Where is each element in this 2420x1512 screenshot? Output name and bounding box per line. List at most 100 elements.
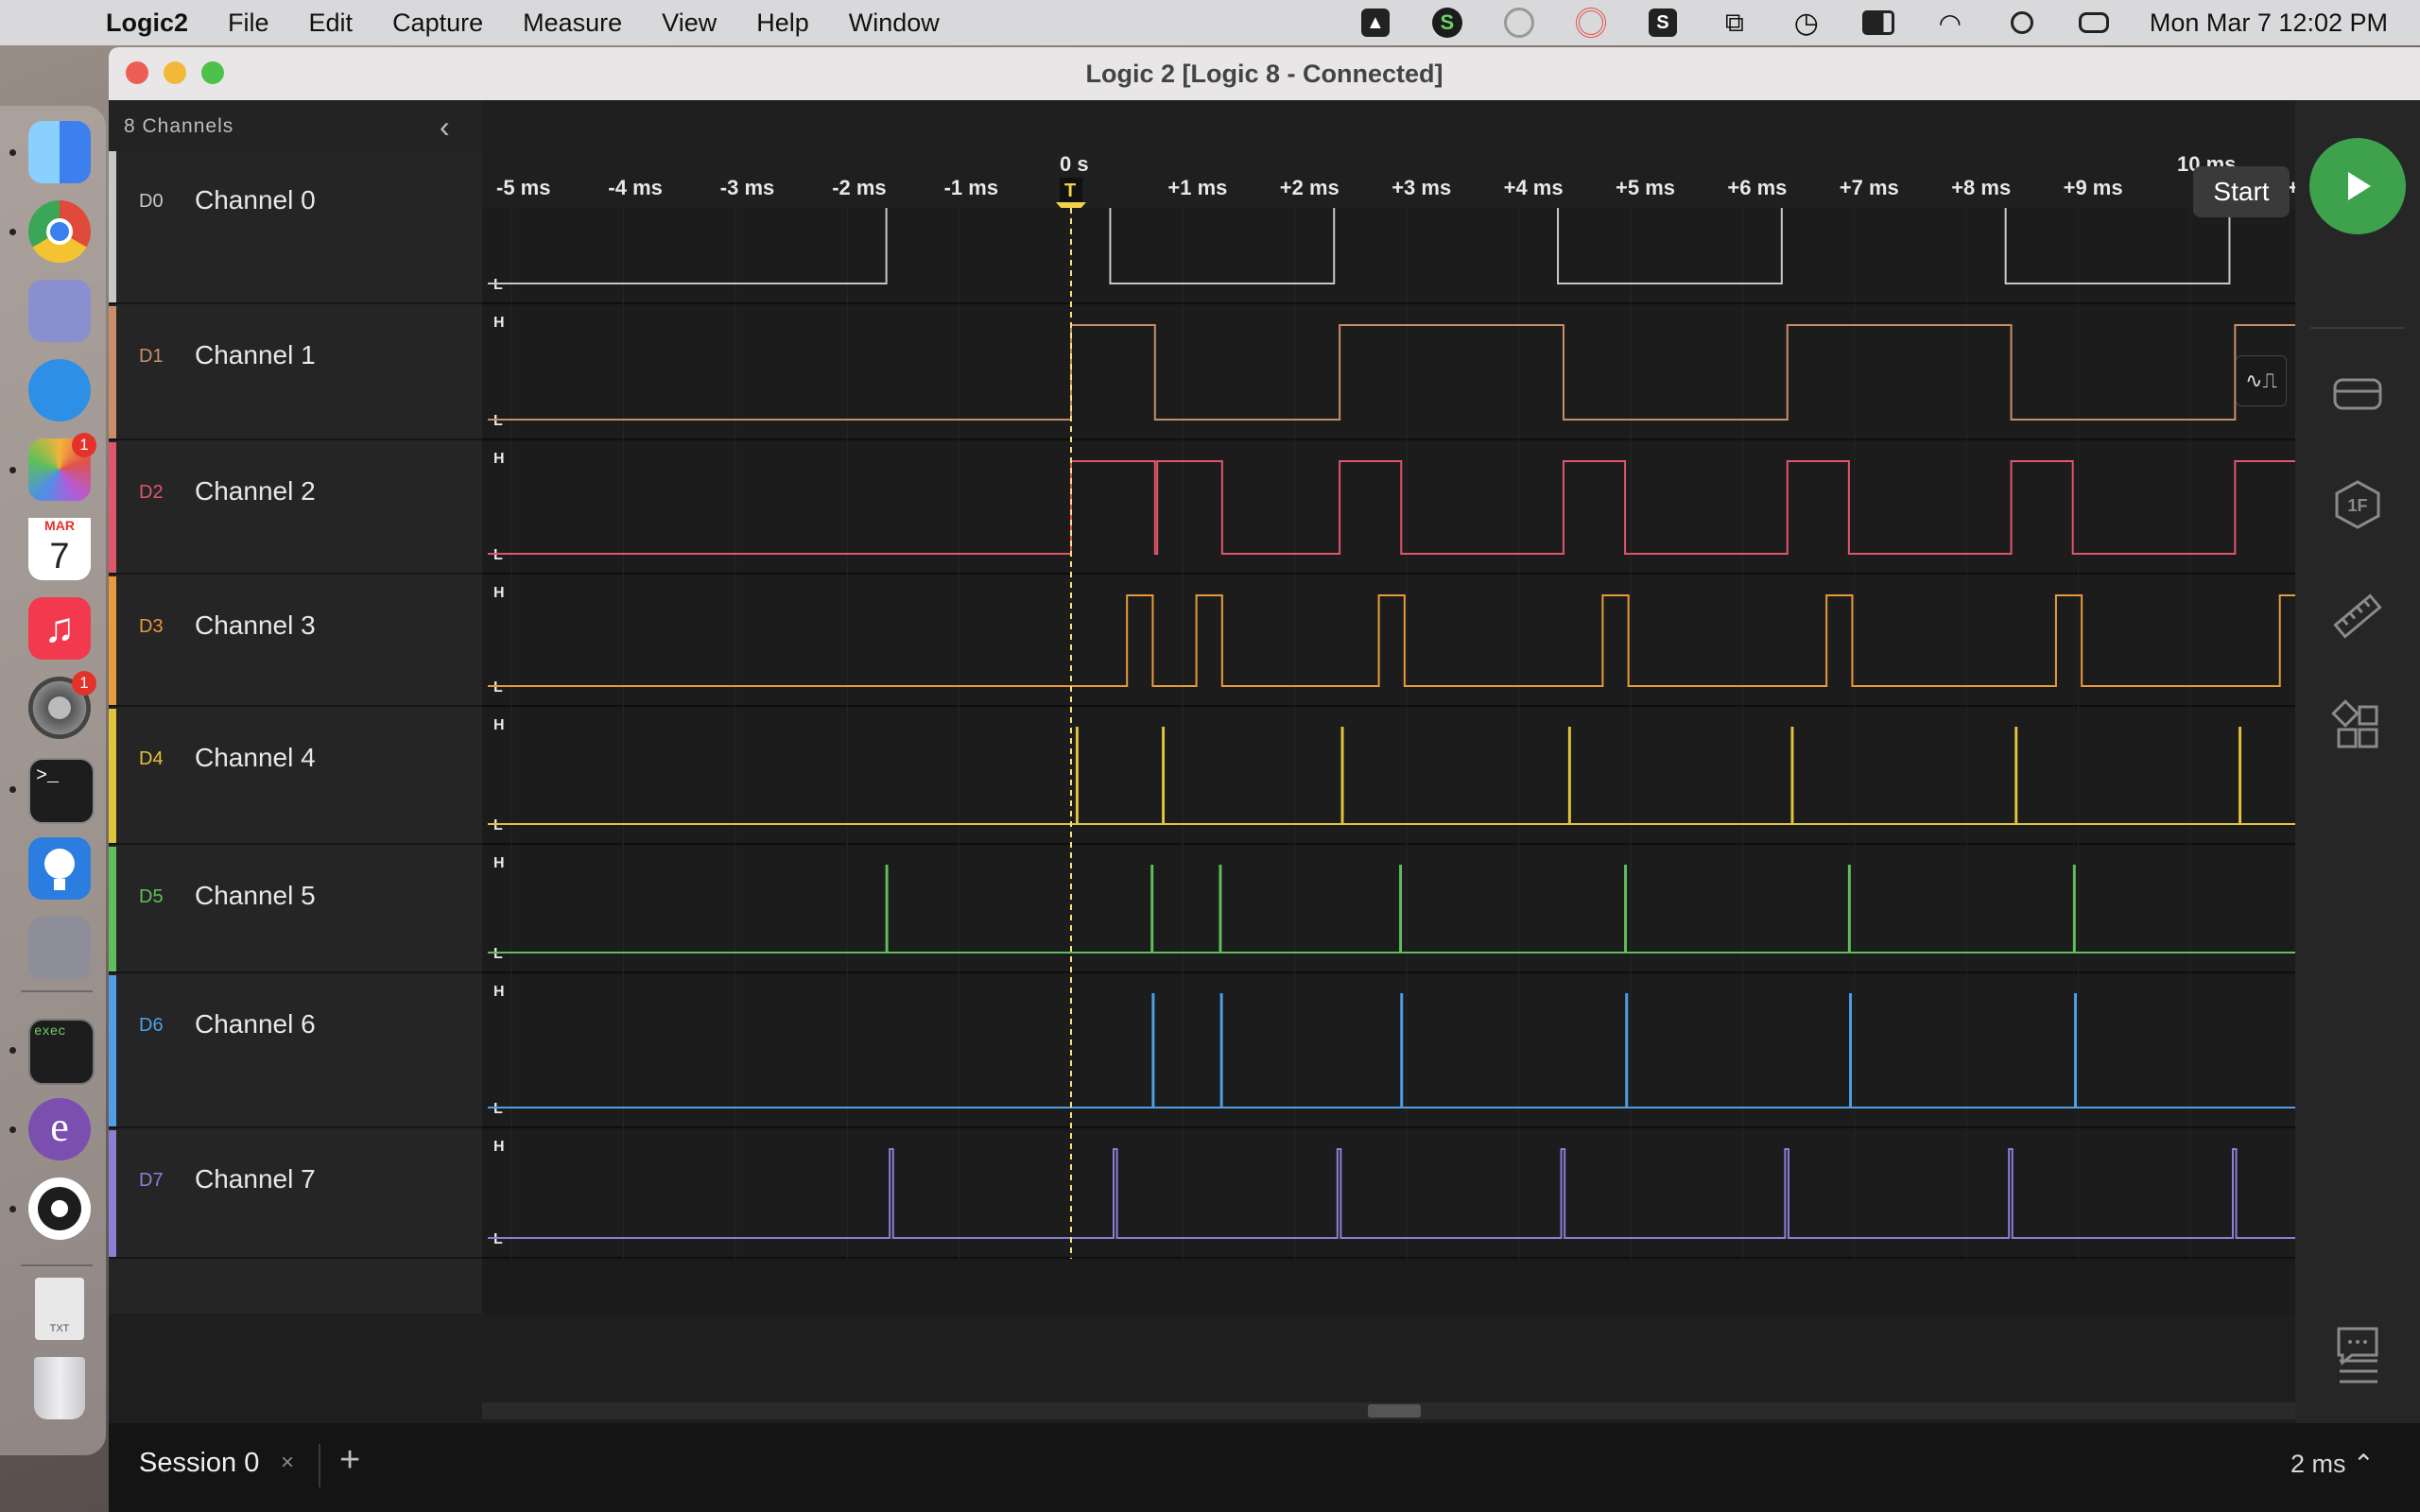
calendar-month: MAR	[28, 518, 91, 535]
scrivener-icon[interactable]: S	[1647, 7, 1679, 39]
timeline-tick-label: +4 ms	[1504, 176, 1564, 199]
collapse-panel-button[interactable]: ‹	[440, 110, 450, 145]
channel-name[interactable]: Channel 7	[195, 1164, 316, 1194]
calendar-day: 7	[49, 537, 70, 576]
high-level-label: H	[493, 1139, 505, 1155]
antenna-icon[interactable]	[1575, 7, 1607, 39]
exec-icon[interactable]: exec	[28, 1019, 95, 1085]
menu-help[interactable]: Help	[756, 9, 809, 38]
add-session-button[interactable]: +	[339, 1440, 360, 1481]
channel-color-bar	[109, 847, 116, 971]
channel-name[interactable]: Channel 5	[195, 881, 316, 911]
channel-name[interactable]: Channel 2	[195, 476, 316, 507]
notification-badge: 1	[72, 671, 96, 696]
timeline-ruler[interactable]: -5 ms -4 ms -3 ms -2 ms -1 ms +1 ms +2 ms +3 ms…	[482, 100, 2297, 208]
menu-edit[interactable]: Edit	[309, 9, 354, 38]
channel-color-bar	[109, 442, 116, 573]
channel-id: D2	[139, 482, 164, 503]
system-preferences-icon[interactable]: 1	[28, 671, 96, 739]
binoculars-icon[interactable]: ⧉	[1719, 7, 1751, 39]
app-menu[interactable]: Logic2	[106, 9, 188, 38]
time-machine-icon[interactable]: ◷	[1790, 7, 1823, 39]
zoom-level[interactable]: 2 ms ⌃	[2290, 1450, 2375, 1479]
waveform-area[interactable]: -5 ms -4 ms -3 ms -2 ms -1 ms +1 ms +2 ms +3 ms…	[482, 100, 2297, 1314]
low-level-label: L	[493, 679, 503, 696]
wifi-icon[interactable]: ◠	[1934, 7, 1966, 39]
measurements-icon[interactable]	[2331, 590, 2384, 643]
channel-row-0[interactable]: D0 Channel 0	[109, 151, 482, 304]
device-icon[interactable]	[2331, 369, 2384, 421]
horizontal-scrollbar[interactable]	[482, 1402, 2297, 1419]
low-level-label: L	[493, 817, 503, 833]
channel-row-3[interactable]: D3 Channel 3	[109, 576, 482, 707]
menu-icon[interactable]	[2338, 1357, 2379, 1390]
high-level-label: H	[493, 984, 505, 1000]
trash-icon[interactable]	[34, 1357, 85, 1419]
menu-file[interactable]: File	[228, 9, 269, 38]
close-session-icon[interactable]: ×	[281, 1450, 294, 1476]
channel-name[interactable]: Channel 0	[195, 185, 316, 215]
terminal-icon[interactable]: >_	[28, 758, 95, 824]
channel-name[interactable]: Channel 6	[195, 1009, 316, 1040]
launchpad-icon[interactable]	[28, 280, 91, 342]
obs-icon[interactable]	[28, 1177, 91, 1240]
music-icon[interactable]: ♫	[28, 597, 91, 660]
waveform-plot[interactable]: HLHLHLHLHLHLHLHL	[482, 208, 2297, 1314]
menu-view[interactable]: View	[662, 9, 717, 38]
status-area: ▲ S S ⧉ ◷ ◠ Mon Mar 7 12:02 PM	[1359, 0, 2420, 45]
high-level-label: H	[493, 585, 505, 601]
start-tooltip: Start	[2193, 166, 2290, 217]
stripe-icon[interactable]: S	[1431, 7, 1463, 39]
tool-icon[interactable]	[1503, 7, 1535, 39]
calendar-icon[interactable]: MAR 7	[28, 518, 91, 580]
title-bar: Logic 2 [Logic 8 - Connected]	[109, 47, 2420, 100]
timeline-tick-label: -1 ms	[944, 176, 998, 199]
txt-label: TXT	[49, 1323, 70, 1334]
toolbar-divider	[2310, 327, 2405, 329]
dock: 1 MAR 7 ♫ 1 >_exec e TXT	[0, 106, 106, 1455]
channel-name[interactable]: Channel 4	[195, 743, 316, 773]
channel-panel: 8 Channels ‹ D0 Channel 0 D1 Channel 1 D2 Cha…	[109, 100, 482, 1314]
control-center-icon[interactable]	[2078, 7, 2110, 39]
emacs-icon[interactable]: e	[28, 1098, 91, 1160]
extensions-icon[interactable]	[2331, 699, 2384, 752]
channel-row-4[interactable]: D4 Channel 4	[109, 709, 482, 845]
safari-icon[interactable]	[28, 359, 91, 421]
timeline-tick-label: +8 ms	[1951, 176, 2011, 199]
channel-name[interactable]: Channel 3	[195, 610, 316, 641]
trigger-mode-button[interactable]: ∿⎍	[2236, 355, 2287, 406]
low-level-label: L	[493, 277, 503, 293]
battery-icon[interactable]	[1861, 7, 1894, 39]
channel-row-6[interactable]: D6 Channel 6	[109, 975, 482, 1128]
channel-row-2[interactable]: D2 Channel 2	[109, 442, 482, 575]
channel-row-1[interactable]: D1 Channel 1	[109, 306, 482, 440]
bottom-bar: Session 0 × + 2 ms ⌃	[109, 1423, 2420, 1512]
session-tab[interactable]: Session 0	[139, 1448, 259, 1479]
menu-capture[interactable]: Capture	[392, 9, 483, 38]
menu-clock[interactable]: Mon Mar 7 12:02 PM	[2150, 9, 2388, 38]
low-level-label: L	[493, 946, 503, 962]
channel-id: D6	[139, 1015, 164, 1036]
notification-badge: 1	[72, 433, 96, 457]
channel-id: D5	[139, 886, 164, 907]
menu-measure[interactable]: Measure	[523, 9, 622, 38]
photos-icon[interactable]: 1	[28, 433, 96, 501]
logic-icon[interactable]	[28, 837, 91, 900]
text-file-icon[interactable]: TXT	[35, 1278, 84, 1340]
timeline-tick-label: +3 ms	[1392, 176, 1451, 199]
photo-slideshow-icon[interactable]	[28, 917, 91, 979]
high-level-label: H	[493, 855, 505, 871]
channel-row-7[interactable]: D7 Channel 7	[109, 1130, 482, 1259]
scrollbar-thumb[interactable]	[1368, 1404, 1421, 1418]
chrome-icon[interactable]	[28, 200, 91, 263]
menu-window[interactable]: Window	[849, 9, 940, 38]
analyzers-icon[interactable]: 1F	[2331, 478, 2384, 531]
drive-icon[interactable]: ▲	[1359, 7, 1392, 39]
channel-name[interactable]: Channel 1	[195, 340, 316, 370]
spotlight-icon[interactable]	[2006, 7, 2038, 39]
channel-id: D3	[139, 616, 164, 637]
finder-icon[interactable]	[28, 121, 91, 183]
start-icon	[2348, 172, 2371, 200]
start-button[interactable]	[2309, 138, 2406, 234]
channel-row-5[interactable]: D5 Channel 5	[109, 847, 482, 973]
